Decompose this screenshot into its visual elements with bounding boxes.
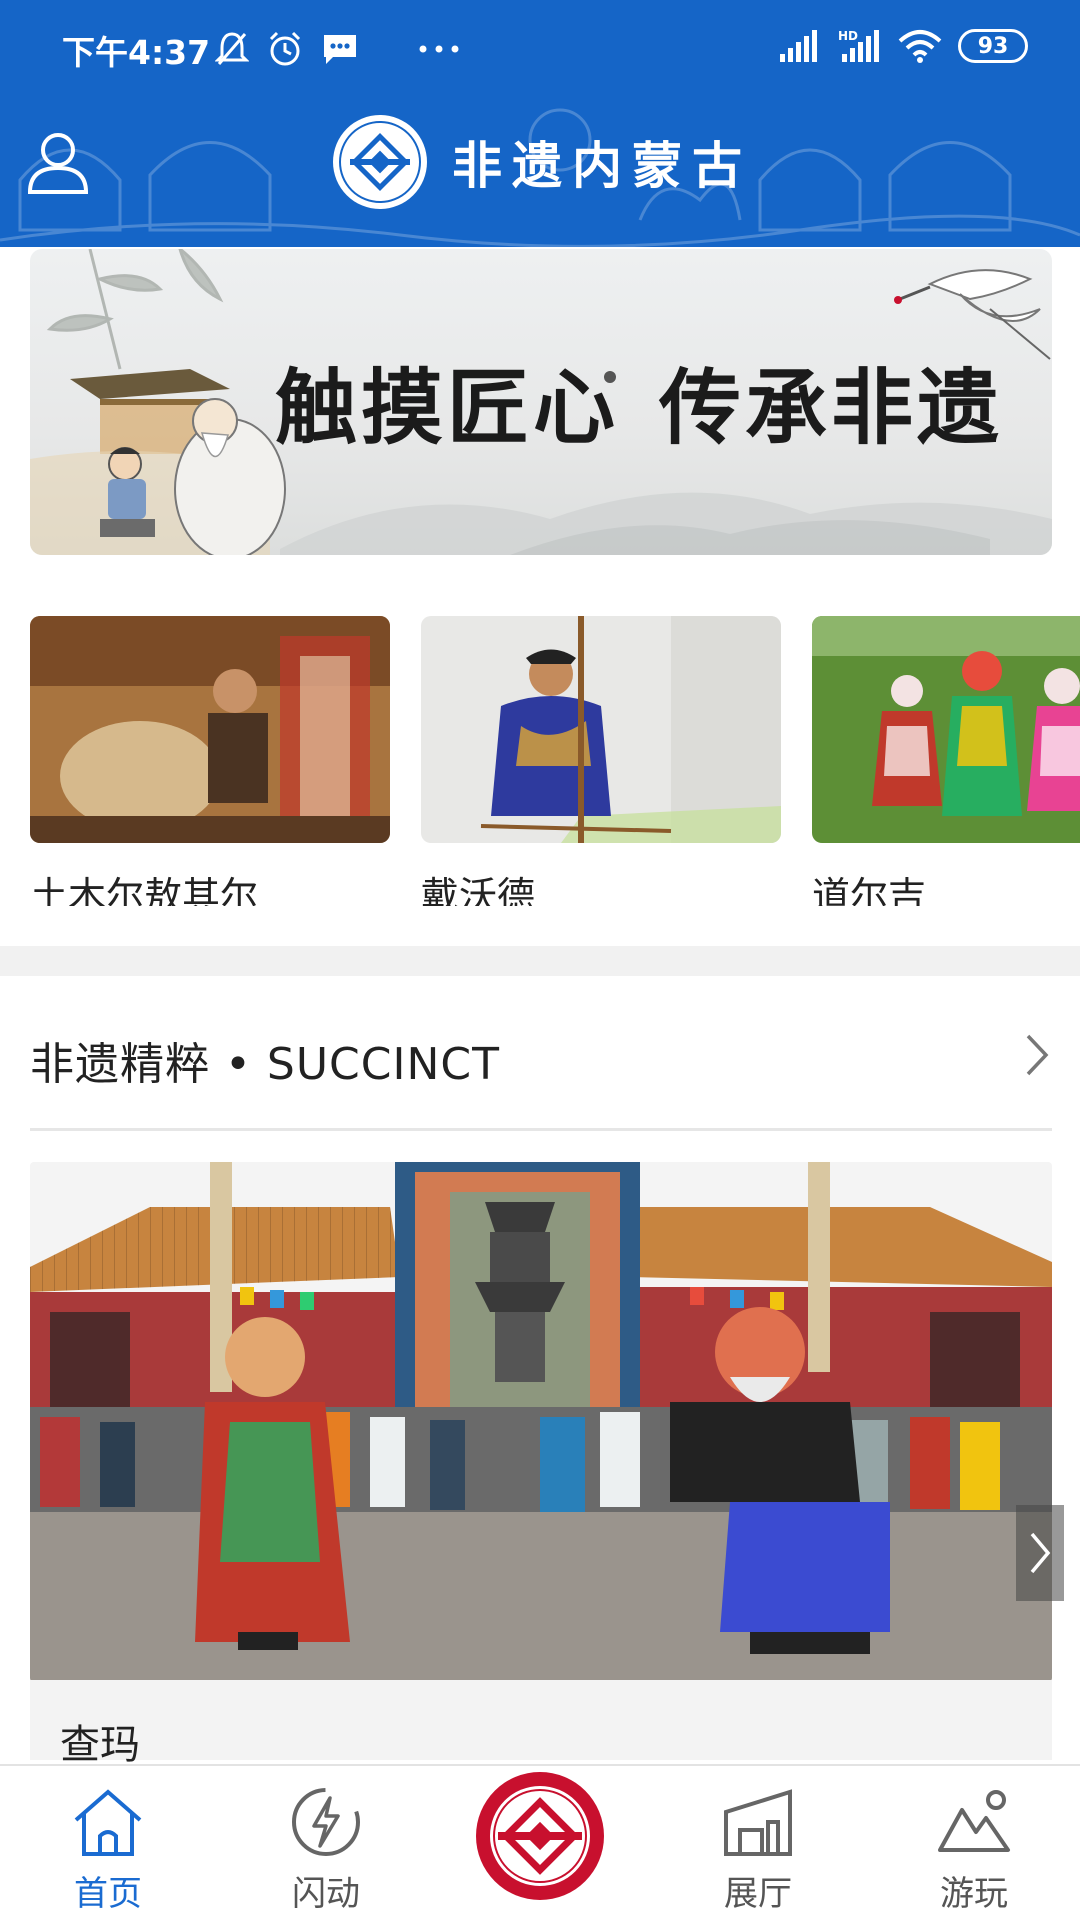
section-underline (30, 1128, 1052, 1131)
banner-slogan: 触摸匠心 传承非遗 (275, 360, 1004, 456)
battery-indicator: 93 (958, 29, 1028, 63)
screen: 下午4:37 HD 93 非遗内蒙古 触摸匠心 传承非遗 土木尔敖其尔 戴沃德 … (0, 0, 1080, 1920)
section-title: 非遗精粹 • SUCCINCT (30, 1039, 500, 1090)
inheritor-name: 土木尔敖其尔 (30, 874, 259, 906)
tab-label: 游玩 (940, 1874, 1008, 1914)
heritage-logo-icon (333, 115, 427, 209)
signal-hd-icon: HD (838, 29, 879, 62)
home-icon (74, 1789, 142, 1856)
inheritor-name: 道尔吉 (812, 874, 927, 906)
message-icon (324, 35, 356, 64)
inheritor-card[interactable]: 戴沃德 (421, 616, 781, 906)
section-divider (0, 946, 1080, 976)
user-profile-icon[interactable] (26, 130, 90, 196)
inheritor-photo (812, 616, 1080, 843)
signal-icon (780, 30, 817, 62)
status-system-icons: HD 93 (778, 28, 1028, 64)
app-title: 非遗内蒙古 (452, 136, 752, 195)
lightning-icon (292, 1788, 360, 1856)
inheritor-photo (30, 616, 390, 843)
app-brand: 非遗内蒙古 (330, 112, 752, 212)
feature-image[interactable] (30, 1162, 1052, 1682)
tab-label: 首页 (74, 1874, 142, 1914)
inheritor-name: 戴沃德 (421, 874, 536, 906)
carousel-next-button[interactable] (1016, 1505, 1064, 1601)
status-bar: 下午4:37 HD 93 (0, 0, 1080, 100)
hero-banner[interactable]: 触摸匠心 传承非遗 (30, 249, 1052, 555)
chevron-right-icon (1030, 1532, 1051, 1574)
tab-label: 展厅 (724, 1874, 792, 1914)
svg-text:HD: HD (838, 29, 858, 43)
inheritor-card[interactable]: 土木尔敖其尔 (30, 616, 390, 906)
chevron-right-icon[interactable] (1022, 1030, 1052, 1080)
alarm-clock-icon (269, 31, 301, 66)
gallery-icon (724, 1789, 792, 1856)
tab-play[interactable]: 游玩 (904, 1784, 1044, 1914)
tab-gallery[interactable]: 展厅 (688, 1784, 828, 1914)
tab-home[interactable]: 首页 (38, 1784, 178, 1914)
inheritor-card[interactable]: 道尔吉 (812, 616, 1080, 906)
inheritor-carousel[interactable]: 土木尔敖其尔 戴沃德 道尔吉 (30, 616, 1080, 906)
app-header: 下午4:37 HD 93 非遗内蒙古 (0, 0, 1080, 247)
wifi-icon (898, 30, 942, 63)
inheritor-photo (421, 616, 781, 843)
status-notification-icons (215, 30, 467, 68)
feature-caption: 查玛 (60, 1722, 140, 1768)
tab-flash[interactable]: 闪动 (256, 1784, 396, 1914)
more-notifications-icon (419, 45, 459, 53)
feature-caption-bar (30, 1680, 1052, 1760)
mountain-icon (938, 1790, 1010, 1852)
status-time: 下午4:37 (62, 33, 211, 72)
tab-label: 闪动 (292, 1874, 360, 1914)
center-heritage-logo-icon[interactable] (470, 1766, 610, 1906)
bell-muted-icon (215, 32, 249, 65)
